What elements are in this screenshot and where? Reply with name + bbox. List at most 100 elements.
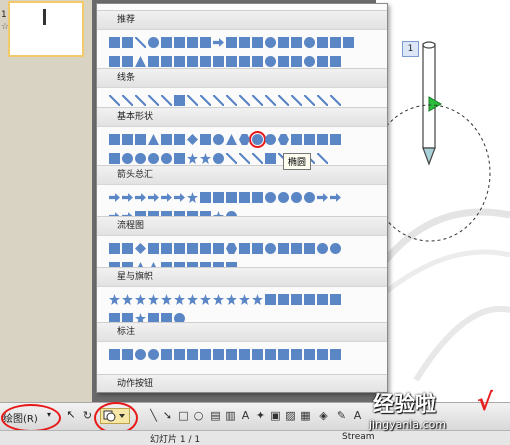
wordart-icon[interactable]: A [240,409,251,422]
shape-connector-e-icon[interactable] [317,95,328,106]
shape-card-icon[interactable] [291,243,302,254]
line-color-icon[interactable]: ✎ [336,409,347,422]
shape-cross-icon[interactable] [122,37,133,48]
shape-frame-icon[interactable] [109,153,120,164]
shape-connector-a-icon[interactable] [265,95,276,106]
shape-plaque-icon[interactable] [265,153,276,164]
shape-alternate-process-icon[interactable] [122,243,133,254]
shape-10-point-star-icon[interactable] [200,294,211,305]
shape-down-ribbon-icon[interactable] [278,294,289,305]
shape-plus-icon[interactable] [291,134,302,145]
shape-left-arrow-icon[interactable] [122,193,133,202]
shape-plane-icon[interactable] [213,38,224,47]
shape-line-callout-3-icon[interactable] [187,349,198,360]
shape-curve-icon[interactable] [148,95,159,106]
shape-boat-icon[interactable] [226,56,237,67]
shape-24-point-star-icon[interactable] [239,294,250,305]
shape-curved-connector-icon[interactable] [226,95,237,106]
shape-thumb-icon[interactable] [200,37,211,48]
shape-arrows-icon[interactable] [330,56,341,67]
shape-line-callout-5-icon[interactable] [213,349,224,360]
shape-octagon-icon[interactable] [278,134,289,145]
shape-tablet-icon[interactable] [161,37,172,48]
shape-line-icon[interactable] [109,95,120,106]
shape-connector-c-icon[interactable] [291,95,302,106]
shape-down-arrow-icon[interactable] [148,193,159,202]
rectangle-tool-icon[interactable]: □ [178,409,189,422]
slide-thumbnail[interactable] [8,1,84,57]
shape-bracket-pair-icon[interactable] [239,153,250,164]
shape-chart-icon[interactable] [161,56,172,67]
shape-pie-icon[interactable] [213,134,224,145]
shape-connector-b-icon[interactable] [278,95,289,106]
shape-4-point-star-icon[interactable] [135,294,146,305]
shape-left-right-up-arrow-icon[interactable] [200,192,211,203]
shape-bent-up-arrow-icon[interactable] [252,192,263,203]
shape-dash-icon[interactable] [330,37,341,48]
shape-rounded-callout-icon[interactable] [122,349,133,360]
shape-or-icon[interactable] [330,243,341,254]
shape-link-icon[interactable] [252,56,263,67]
shape-diamond-icon[interactable] [187,134,198,145]
shape-12-point-star-icon[interactable] [213,294,224,305]
shape-can-icon[interactable] [304,134,315,145]
shape-decision-icon[interactable] [135,243,146,254]
shape-oval-callout-icon[interactable] [135,349,146,360]
shape-explosion-2-icon[interactable] [122,294,133,305]
shape-arrow-line-icon[interactable] [122,95,133,106]
shape-bevel-icon[interactable] [330,134,341,145]
shape-triangle-icon[interactable] [148,134,159,145]
shape-share-icon[interactable] [109,56,120,67]
shape-explosion-1-icon[interactable] [109,294,120,305]
shape-cloud-callout-icon[interactable] [148,349,159,360]
shape-vertical-scroll-icon[interactable] [317,294,328,305]
shape-curved-down-arrow-icon[interactable] [304,192,315,203]
shape-cart-icon[interactable] [122,56,133,67]
shape-cup-icon[interactable] [291,37,302,48]
picture-icon[interactable]: ▨ [285,409,296,422]
shape-bird-icon[interactable] [252,37,263,48]
shape-left-right-arrow-icon[interactable] [161,193,172,202]
shape-6-point-star-icon[interactable] [161,294,172,305]
shape-check-icon[interactable] [317,56,328,67]
shape-rectangle-icon[interactable] [135,134,146,145]
shape-line-callout-6-icon[interactable] [226,349,237,360]
shape-parallelogram-icon[interactable] [161,134,172,145]
shape-leaf-icon[interactable] [135,37,146,48]
shape-bar-icon[interactable] [317,37,328,48]
shape-double-arrow-line-icon[interactable] [135,95,146,106]
shape-line-callout-13-icon[interactable] [317,349,328,360]
shape-7-point-star-icon[interactable] [174,294,185,305]
shape-cube-icon[interactable] [317,134,328,145]
shape-board-icon[interactable] [213,56,224,67]
line-tool-icon[interactable]: ╲ [148,409,159,422]
shape-right-triangle-icon[interactable] [226,134,237,145]
shape-line-callout-4-icon[interactable] [200,349,211,360]
shape-horizontal-scroll-icon[interactable] [330,294,341,305]
shape-bent-arrow-icon[interactable] [213,192,224,203]
shape-elbow-double-arrow-icon[interactable] [213,95,224,106]
shape-contact-icon[interactable] [187,37,198,48]
shape-no-symbol-icon[interactable] [148,153,159,164]
shape-data-icon[interactable] [148,243,159,254]
shape-chord-icon[interactable] [265,134,276,145]
shape-up-ribbon-icon[interactable] [265,294,276,305]
shape-clock-icon[interactable] [265,37,276,48]
shape-curved-up-ribbon-icon[interactable] [291,294,302,305]
shape-block-arc-icon[interactable] [161,153,172,164]
shape-yen-icon[interactable] [200,56,211,67]
shape-gift-icon[interactable] [148,56,159,67]
shape-line-callout-8-icon[interactable] [252,349,263,360]
shape-curved-right-arrow-icon[interactable] [265,192,276,203]
shape-donut-icon[interactable] [135,153,146,164]
textbox-tool-icon[interactable]: ▤ [210,409,221,422]
shape-people-icon[interactable] [278,56,289,67]
shape-arc-icon[interactable] [226,153,237,164]
shape-freeform-icon[interactable] [161,95,172,106]
shape-music-icon[interactable] [239,37,250,48]
shape-sun-icon[interactable] [200,153,211,164]
shape-smiley-icon[interactable] [122,153,133,164]
shape-right-brace-icon[interactable] [317,153,328,164]
shape-bubble-icon[interactable] [265,56,276,67]
shape-ellipse-icon[interactable] [249,131,266,148]
